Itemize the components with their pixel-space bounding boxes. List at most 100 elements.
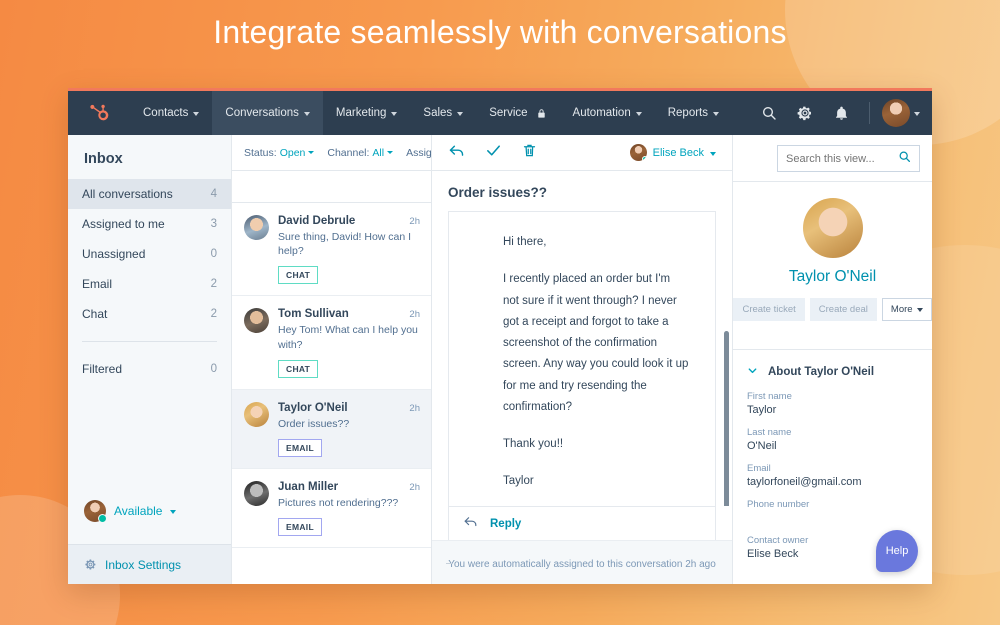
chevron-down-icon[interactable]	[304, 112, 310, 116]
search-icon[interactable]	[898, 150, 911, 168]
assignee-selector[interactable]: Elise Beck	[630, 144, 716, 161]
filter-channel[interactable]: Channel:All	[327, 147, 393, 159]
chevron-down-icon[interactable]	[308, 151, 314, 154]
property-value: Taylor	[747, 404, 918, 416]
button-label: Create deal	[819, 304, 868, 315]
search-row	[733, 135, 932, 181]
chevron-down-icon[interactable]	[747, 363, 758, 381]
property-key: Email	[747, 463, 918, 474]
sidebar-divider	[82, 341, 217, 342]
message-paragraph: Taylor	[503, 471, 689, 492]
system-note: You were automatically assigned to this …	[432, 540, 732, 584]
sidebar-spacer	[68, 384, 231, 500]
top-nav-actions	[753, 97, 932, 129]
property-value: taylorfoneil@gmail.com	[747, 476, 918, 488]
filter-value: Open	[280, 147, 306, 159]
nav-item-label: Reports	[668, 107, 708, 119]
check-icon[interactable]	[485, 142, 502, 164]
conversation-snippet: Pictures not rendering???	[278, 496, 420, 510]
filter-label: Status:	[244, 147, 277, 159]
assignee-name: Elise Beck	[653, 147, 704, 159]
chevron-down-icon[interactable]	[914, 112, 920, 116]
chevron-down-icon[interactable]	[457, 112, 463, 116]
app-window: Contacts Conversations Marketing Sales Servi…	[68, 88, 932, 584]
contact-property[interactable]: Email taylorfoneil@gmail.com	[733, 463, 932, 488]
sidebar-item-label: Chat	[82, 307, 107, 321]
sidebar-item-all-conversations[interactable]: All conversations4	[68, 179, 231, 209]
create-ticket-button[interactable]: Create ticket	[733, 298, 804, 321]
sidebar-item-count: 2	[211, 308, 217, 320]
contact-property[interactable]: Last nameO'Neil	[733, 427, 932, 452]
property-key: Last name	[747, 427, 918, 438]
chevron-down-icon[interactable]	[636, 112, 642, 116]
search-input[interactable]	[786, 153, 893, 165]
nav-item-label: Automation	[573, 107, 631, 119]
nav-item-sales[interactable]: Sales	[410, 91, 476, 135]
chevron-down-icon[interactable]	[193, 112, 199, 116]
nav-item-label: Sales	[423, 107, 452, 119]
sidebar-item-filtered[interactable]: Filtered 0	[68, 354, 231, 384]
sidebar-item-assigned-to-me[interactable]: Assigned to me3	[68, 209, 231, 239]
reply-arrow-icon	[463, 514, 478, 534]
about-header[interactable]: About Taylor O'Neil	[733, 363, 932, 391]
conversation-snippet: Hey Tom! What can I help you with?	[278, 323, 420, 351]
sidebar-item-label: Unassigned	[82, 247, 145, 261]
nav-item-contacts[interactable]: Contacts	[130, 91, 212, 135]
online-dot-icon	[642, 156, 647, 161]
contact-name[interactable]: Taylor O'Neil	[733, 268, 932, 286]
promo-banner: Integrate seamlessly with conversations …	[0, 0, 1000, 625]
contact-property[interactable]: First nameTaylor	[733, 391, 932, 416]
reply-bar[interactable]: Reply	[448, 506, 716, 540]
user-avatar[interactable]	[882, 99, 910, 127]
app-body: Inbox All conversations4Assigned to me3U…	[68, 135, 932, 584]
conversation-list-item[interactable]: Taylor O'Neil2hOrder issues??EMAIL	[232, 390, 431, 469]
chevron-down-icon[interactable]	[710, 152, 716, 156]
sidebar-item-label: Assigned to me	[82, 217, 165, 231]
nav-item-label: Marketing	[336, 107, 387, 119]
conversation-list-item[interactable]: Juan Miller2hPictures not rendering???EM…	[232, 469, 431, 548]
chevron-down-icon[interactable]	[391, 112, 397, 116]
thread-subject: Order issues??	[432, 171, 732, 211]
chevron-down-icon[interactable]	[170, 510, 176, 514]
nav-divider	[869, 102, 870, 124]
nav-item-service[interactable]: Service	[476, 91, 559, 135]
message-paragraph: Hi there,	[503, 232, 689, 253]
chevron-down-icon[interactable]	[387, 151, 393, 154]
sidebar-item-unassigned[interactable]: Unassigned 0	[68, 239, 231, 269]
inbox-settings-link[interactable]: Inbox Settings	[68, 544, 231, 584]
chevron-down-icon[interactable]	[713, 112, 719, 116]
avatar	[244, 402, 269, 427]
search-icon[interactable]	[753, 97, 785, 129]
sidebar-item-count: 0	[211, 248, 217, 260]
sidebar-item-label: Email	[82, 277, 112, 291]
thread-scrollbar[interactable]	[724, 331, 729, 506]
conversation-list-item[interactable]: David Debrule2hSure thing, David! How ca…	[232, 203, 431, 296]
conversation-list-item[interactable]: Tom Sullivan2hHey Tom! What can I help y…	[232, 296, 431, 389]
contact-header: Taylor O'Neil Create ticket Create deal Mo…	[733, 181, 932, 335]
avatar	[244, 215, 269, 240]
bell-icon[interactable]	[825, 97, 857, 129]
gear-icon[interactable]	[789, 97, 821, 129]
nav-item-marketing[interactable]: Marketing	[323, 91, 411, 135]
search-box[interactable]	[777, 145, 920, 172]
help-button[interactable]: Help	[876, 530, 918, 572]
filter-status[interactable]: Status:Open	[244, 147, 314, 159]
nav-item-label: Contacts	[143, 107, 188, 119]
sidebar-item-label: Filtered	[82, 362, 122, 376]
reply-label: Reply	[490, 518, 521, 530]
filter-label: Channel:	[327, 147, 369, 159]
sidebar-item-chat[interactable]: Chat 2	[68, 299, 231, 329]
nav-item-label: Service	[489, 107, 527, 119]
availability-status[interactable]: Available	[68, 500, 231, 544]
more-button[interactable]: More	[882, 298, 932, 321]
create-deal-button[interactable]: Create deal	[810, 298, 877, 321]
hubspot-sprocket-logo[interactable]	[68, 102, 130, 124]
reply-arrow-icon[interactable]	[448, 142, 465, 164]
trash-icon[interactable]	[522, 143, 537, 163]
nav-item-label: Conversations	[225, 107, 299, 119]
nav-item-reports[interactable]: Reports	[655, 91, 732, 135]
sidebar-item-email[interactable]: Email2	[68, 269, 231, 299]
contact-property[interactable]: Phone number	[733, 499, 932, 524]
nav-item-automation[interactable]: Automation	[560, 91, 655, 135]
nav-item-conversations[interactable]: Conversations	[212, 91, 323, 135]
